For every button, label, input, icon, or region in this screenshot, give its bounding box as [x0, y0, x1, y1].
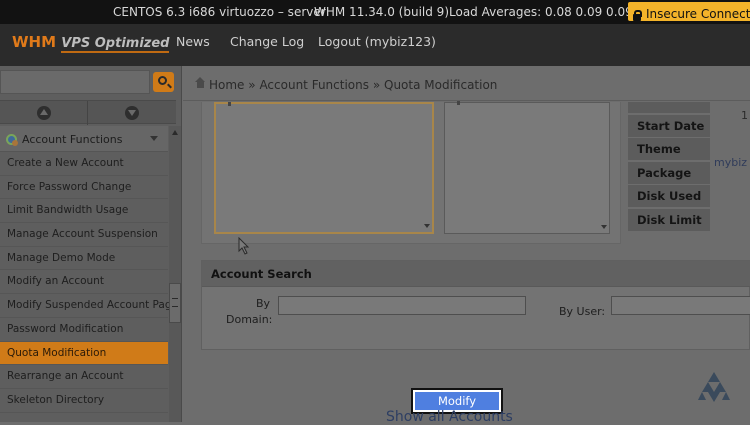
sidebar-menu: Create a New Account Force Password Chang…: [0, 152, 178, 413]
sidebar-search-input[interactable]: [0, 70, 150, 94]
insecure-label: Insecure Connectio: [646, 7, 750, 21]
sidebar-item-limit-bandwidth-usage[interactable]: Limit Bandwidth Usage: [0, 199, 168, 224]
breadcrumb-current: Quota Modification: [384, 78, 498, 92]
chevron-down-icon: [150, 136, 158, 141]
logo-vps-text: VPS Optimized: [61, 36, 170, 53]
sidebar-scroll-buttons: [0, 100, 176, 125]
watermark-logo-icon: [698, 372, 730, 402]
by-user-label: By User:: [559, 305, 606, 318]
sidebar-item-create-a-new-account[interactable]: Create a New Account: [0, 152, 168, 176]
account-search-title: Account Search: [202, 261, 750, 287]
details-header-cell: [628, 102, 710, 113]
account-select-panel: [201, 101, 621, 244]
nav-news[interactable]: News: [176, 34, 210, 49]
by-domain-input[interactable]: [278, 296, 526, 315]
server-info: CENTOS 6.3 i686 virtuozzo – server: [113, 5, 326, 19]
show-all-accounts-link[interactable]: Show all Accounts: [386, 409, 513, 425]
sidebar-item-password-modification[interactable]: Password Modification: [0, 318, 168, 342]
listbox-item-fragment: [228, 102, 231, 106]
sidebar: Account Functions Create a New Account Fo…: [0, 66, 182, 422]
label-package: Package: [628, 161, 710, 184]
main-content: Home » Account Functions » Quota Modific…: [183, 66, 750, 425]
sidebar-section-account-functions[interactable]: Account Functions: [0, 126, 168, 152]
breadcrumb-account-functions[interactable]: Account Functions: [259, 78, 369, 92]
header: WHM VPS Optimized News Change Log Logout…: [0, 24, 750, 66]
sidebar-scroll-down-button[interactable]: [88, 101, 176, 125]
sidebar-item-force-password-change[interactable]: Force Password Change: [0, 176, 168, 200]
load-averages: Load Averages: 0.08 0.09 0.09: [449, 5, 633, 19]
lock-icon: [632, 10, 642, 21]
search-icon: [158, 76, 167, 85]
account-functions-icon: [6, 134, 18, 146]
sidebar-item-manage-demo-mode[interactable]: Manage Demo Mode: [0, 247, 168, 271]
domain-listbox[interactable]: [214, 102, 434, 234]
sidebar-item-quota-modification[interactable]: Quota Modification: [0, 341, 168, 366]
listbox-scroll-down-icon[interactable]: [424, 224, 430, 228]
account-details: Start Date Theme Package Disk Used Disk …: [628, 102, 710, 233]
listbox-scroll-down-icon[interactable]: [601, 225, 607, 229]
arrow-up-icon: [37, 106, 51, 120]
status-bar: CENTOS 6.3 i686 virtuozzo – server WHM 1…: [0, 0, 750, 24]
sidebar-search: [0, 68, 176, 96]
sidebar-scrollbar[interactable]: [169, 126, 181, 422]
sidebar-item-modify-an-account[interactable]: Modify an Account: [0, 270, 168, 295]
breadcrumb-divider: [183, 100, 750, 101]
nav-logout[interactable]: Logout (mybiz123): [318, 34, 436, 49]
sidebar-item-skeleton-directory[interactable]: Skeleton Directory: [0, 389, 168, 413]
breadcrumb-separator: »: [372, 78, 381, 92]
whm-version: WHM 11.34.0 (build 9): [314, 5, 449, 19]
modify-button-label: Modify: [415, 392, 499, 410]
label-disk-used: Disk Used: [628, 185, 710, 208]
sidebar-scroll-up-button[interactable]: [0, 101, 88, 125]
label-theme: Theme: [628, 138, 710, 161]
insecure-connection-badge[interactable]: Insecure Connectio: [628, 2, 750, 21]
sidebar-item-rearrange-an-account[interactable]: Rearrange an Account: [0, 365, 168, 389]
by-user-input[interactable]: [611, 296, 750, 315]
sidebar-scrollbar-thumb[interactable]: [169, 283, 181, 323]
label-start-date: Start Date: [628, 114, 710, 137]
home-icon: [195, 77, 206, 90]
sidebar-search-button[interactable]: [153, 72, 174, 92]
by-domain-label-line2: Domain:: [226, 313, 273, 326]
nav-change-log[interactable]: Change Log: [230, 34, 304, 49]
account-search-section: Account Search By Domain: By User:: [201, 260, 750, 350]
scrollbar-up-arrow-icon[interactable]: [172, 130, 178, 135]
breadcrumb: Home » Account Functions » Quota Modific…: [195, 77, 498, 92]
mouse-cursor-icon: [238, 237, 250, 255]
breadcrumb-home[interactable]: Home: [209, 78, 244, 92]
sidebar-item-manage-account-suspension[interactable]: Manage Account Suspension: [0, 223, 168, 247]
sidebar-item-modify-suspended-account-page[interactable]: Modify Suspended Account Page: [0, 294, 178, 318]
package-value[interactable]: mybiz: [714, 156, 747, 169]
listbox-item-fragment: [457, 101, 460, 105]
label-disk-limit: Disk Limit: [628, 208, 710, 231]
by-domain-label-line1: By: [256, 297, 271, 310]
arrow-down-icon: [125, 106, 139, 120]
breadcrumb-separator: »: [248, 78, 256, 92]
start-date-value: 1: [741, 109, 748, 122]
sidebar-section-label: Account Functions: [22, 133, 123, 146]
user-listbox[interactable]: [444, 101, 610, 234]
logo-whm-text: WHM: [12, 33, 57, 51]
whm-logo[interactable]: WHM VPS Optimized: [12, 33, 170, 53]
